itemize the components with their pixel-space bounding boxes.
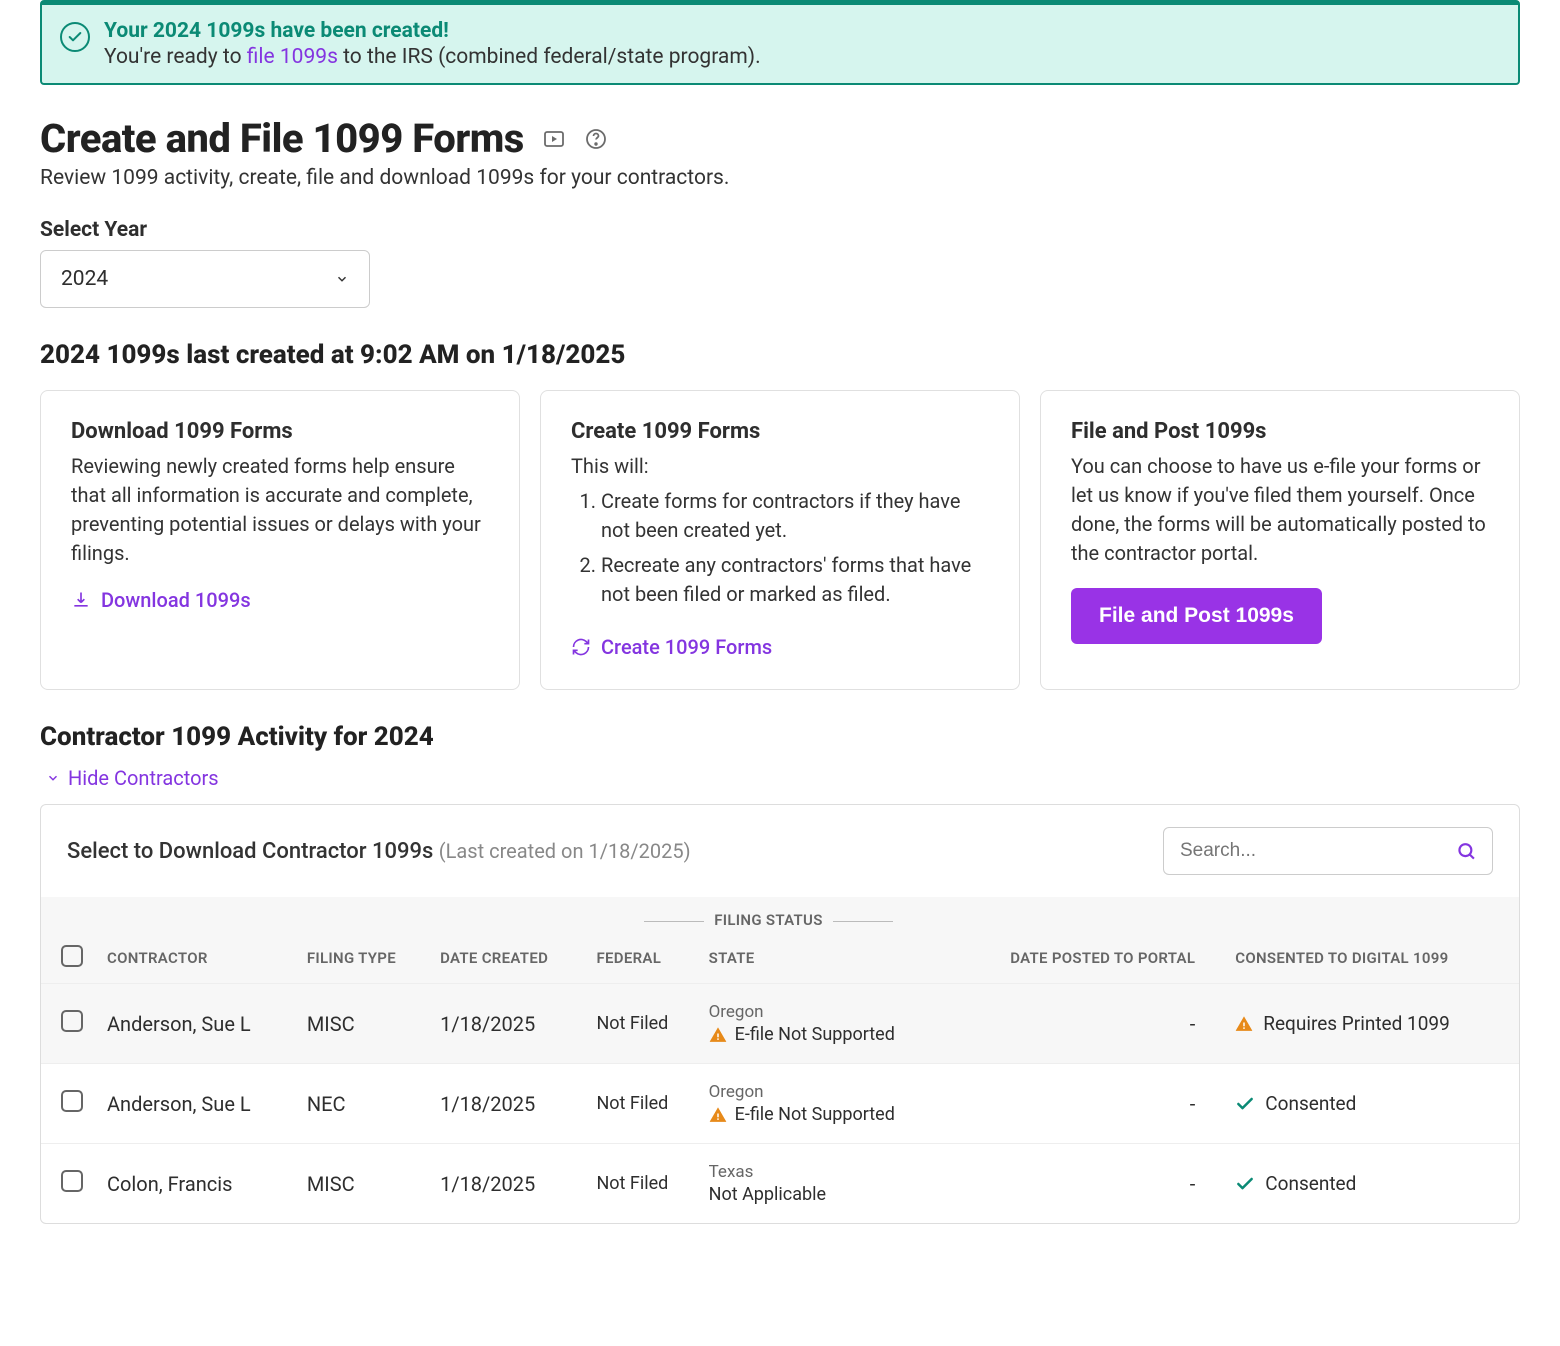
contractor-table: FILING STATUS CONTRACTOR FILING TYPE DAT… — [41, 897, 1519, 1223]
chevron-down-icon — [335, 272, 349, 286]
contractor-table-wrapper: Select to Download Contractor 1099s (Las… — [40, 804, 1520, 1224]
table-bar-muted: (Last created on 1/18/2025) — [439, 839, 691, 863]
download-link-text: Download 1099s — [101, 588, 251, 612]
hide-link-text: Hide Contractors — [68, 766, 219, 790]
cell-federal: Not Filed — [586, 984, 698, 1064]
select-all-checkbox[interactable] — [61, 945, 83, 967]
row-checkbox[interactable] — [61, 1010, 83, 1032]
create-card-body: This will: Create forms for contractors … — [571, 452, 989, 609]
file-card-body: You can choose to have us e-file your fo… — [1071, 452, 1489, 568]
year-select[interactable]: 2024 — [40, 250, 370, 308]
table-bar-title-text: Select to Download Contractor 1099s — [67, 839, 433, 864]
download-card-body: Reviewing newly created forms help ensur… — [71, 452, 489, 568]
success-banner: Your 2024 1099s have been created! You'r… — [40, 0, 1520, 85]
file-card: File and Post 1099s You can choose to ha… — [1040, 390, 1520, 690]
cell-state: TexasNot Applicable — [699, 1144, 951, 1224]
search-input[interactable] — [1180, 840, 1456, 862]
file-and-post-button[interactable]: File and Post 1099s — [1071, 588, 1322, 644]
cell-contractor: Anderson, Sue L — [97, 984, 297, 1064]
banner-body: You're ready to file 1099s to the IRS (c… — [104, 45, 761, 69]
year-select-value: 2024 — [61, 267, 108, 291]
row-checkbox[interactable] — [61, 1170, 83, 1192]
create-1099-forms-link[interactable]: Create 1099 Forms — [571, 635, 772, 659]
chevron-down-icon — [46, 771, 60, 785]
activity-heading: Contractor 1099 Activity for 2024 — [40, 722, 1520, 752]
cell-consent: Requires Printed 1099 — [1225, 984, 1519, 1064]
table-row: Anderson, Sue LNEC1/18/2025Not FiledOreg… — [41, 1064, 1519, 1144]
banner-body-suffix: to the IRS (combined federal/state progr… — [338, 45, 761, 69]
filing-status-label: FILING STATUS — [714, 911, 822, 929]
cell-state: OregonE-file Not Supported — [699, 1064, 951, 1144]
cell-date-posted: - — [950, 1064, 1225, 1144]
download-card: Download 1099 Forms Reviewing newly crea… — [40, 390, 520, 690]
search-box[interactable] — [1163, 827, 1493, 875]
row-checkbox[interactable] — [61, 1090, 83, 1112]
create-card: Create 1099 Forms This will: Create form… — [540, 390, 1020, 690]
create-item-2: Recreate any contractors' forms that hav… — [601, 551, 989, 609]
th-consent: CONSENTED TO DIGITAL 1099 — [1225, 933, 1519, 984]
th-date-created: DATE CREATED — [430, 933, 586, 984]
cell-date-created: 1/18/2025 — [430, 1144, 586, 1224]
th-filing-type: FILING TYPE — [297, 933, 430, 984]
download-card-title: Download 1099 Forms — [71, 419, 489, 444]
help-icon[interactable] — [584, 127, 608, 151]
create-body-intro: This will: — [571, 454, 649, 478]
download-1099s-link[interactable]: Download 1099s — [71, 588, 251, 612]
create-link-text: Create 1099 Forms — [601, 635, 772, 659]
cell-state: OregonE-file Not Supported — [699, 984, 951, 1064]
cell-filing-type: MISC — [297, 1144, 430, 1224]
file-card-title: File and Post 1099s — [1071, 419, 1489, 444]
search-icon — [1456, 840, 1476, 862]
table-row: Anderson, Sue LMISC1/18/2025Not FiledOre… — [41, 984, 1519, 1064]
cell-filing-type: MISC — [297, 984, 430, 1064]
cell-contractor: Colon, Francis — [97, 1144, 297, 1224]
banner-body-prefix: You're ready to — [104, 45, 247, 69]
success-check-icon — [60, 22, 90, 52]
cell-date-posted: - — [950, 984, 1225, 1064]
cell-date-created: 1/18/2025 — [430, 984, 586, 1064]
th-state: STATE — [699, 933, 951, 984]
file-1099s-link[interactable]: file 1099s — [247, 45, 338, 69]
cell-federal: Not Filed — [586, 1064, 698, 1144]
last-created-heading: 2024 1099s last created at 9:02 AM on 1/… — [40, 340, 1520, 370]
cell-consent: Consented — [1225, 1064, 1519, 1144]
cell-federal: Not Filed — [586, 1144, 698, 1224]
video-icon[interactable] — [542, 127, 566, 151]
th-contractor: CONTRACTOR — [97, 933, 297, 984]
filing-status-superheader: FILING STATUS — [586, 897, 950, 933]
download-icon — [71, 590, 91, 610]
cell-filing-type: NEC — [297, 1064, 430, 1144]
cell-consent: Consented — [1225, 1144, 1519, 1224]
th-federal: FEDERAL — [586, 933, 698, 984]
create-card-title: Create 1099 Forms — [571, 419, 989, 444]
refresh-icon — [571, 637, 591, 657]
cell-date-posted: - — [950, 1144, 1225, 1224]
select-year-label: Select Year — [40, 218, 1520, 242]
table-row: Colon, FrancisMISC1/18/2025Not FiledTexa… — [41, 1144, 1519, 1224]
cell-contractor: Anderson, Sue L — [97, 1064, 297, 1144]
hide-contractors-link[interactable]: Hide Contractors — [46, 766, 219, 790]
page-title: Create and File 1099 Forms — [40, 115, 524, 162]
banner-title: Your 2024 1099s have been created! — [104, 19, 761, 43]
page-subtitle: Review 1099 activity, create, file and d… — [40, 166, 1520, 190]
table-bar-title: Select to Download Contractor 1099s (Las… — [67, 839, 691, 864]
create-item-1: Create forms for contractors if they hav… — [601, 487, 989, 545]
th-date-posted: DATE POSTED TO PORTAL — [950, 933, 1225, 984]
cell-date-created: 1/18/2025 — [430, 1064, 586, 1144]
